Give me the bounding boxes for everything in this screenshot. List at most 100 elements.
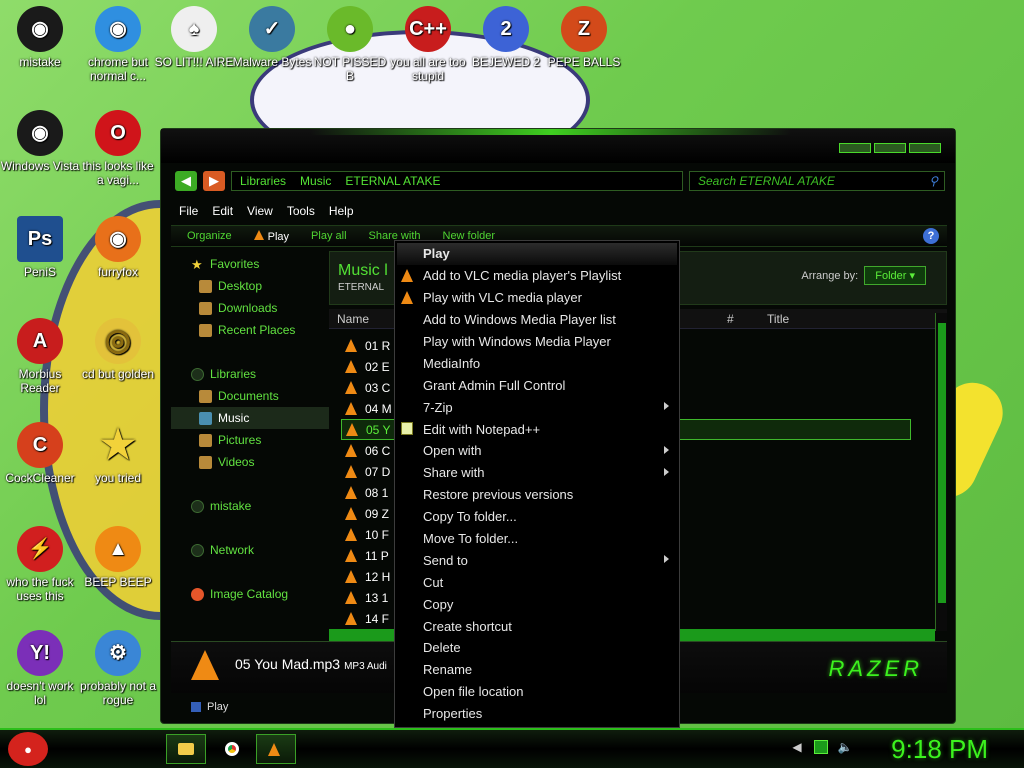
menu-file[interactable]: File [179,204,198,218]
context-menu-item-7-zip[interactable]: 7-Zip [395,396,679,418]
context-menu-item-send-to[interactable]: Send to [395,549,679,571]
nav-label: Downloads [218,301,278,315]
desktop-icon-6[interactable]: 2 BEJEWED 2 [466,6,546,69]
breadcrumb-eternal-atake[interactable]: ETERNAL ATAKE [345,174,440,188]
desktop-icon-15[interactable]: ★ you tried [78,422,158,485]
desktop-icon-0[interactable]: ◉ mistake [0,6,80,69]
taskbar-vlc[interactable] [256,734,296,764]
desktop-icon-19[interactable]: ⚙ probably not a rogue [78,630,158,707]
context-menu-item-share-with[interactable]: Share with [395,462,679,484]
breadcrumb-music[interactable]: Music [300,174,331,188]
context-menu-item-add-to-windows-media-player-list[interactable]: Add to Windows Media Player list [395,309,679,331]
search-icon[interactable]: ⚲ [929,174,944,188]
vlc-icon [345,549,357,562]
nav-pictures[interactable]: Pictures [171,429,329,451]
context-menu-item-mediainfo[interactable]: MediaInfo [395,352,679,374]
vlc-icon [191,650,219,680]
desktop-icon-4[interactable]: ● NOT PISSED B [310,6,390,83]
context-menu-item-move-to-folder[interactable]: Move To folder... [395,528,679,550]
context-menu-item-play-with-vlc-media-player[interactable]: Play with VLC media player [395,287,679,309]
context-menu-item-play-with-windows-media-player[interactable]: Play with Windows Media Player [395,331,679,353]
context-menu-item-grant-admin-full-control[interactable]: Grant Admin Full Control [395,374,679,396]
arrange-dropdown[interactable]: Folder ▾ [864,266,926,285]
taskbar-chrome[interactable] [212,734,252,764]
nav-image-catalog[interactable]: Image Catalog [171,583,329,605]
nav-desktop[interactable]: Desktop [171,275,329,297]
breadcrumb-libraries[interactable]: Libraries [240,174,286,188]
desktop-icon-13[interactable]: ◎ cd but golden [78,318,158,381]
context-menu-item-play[interactable]: Play [397,243,677,265]
menu-tools[interactable]: Tools [287,204,315,218]
desktop-icon-12[interactable]: A Morbius Reader [0,318,80,395]
desktop-icon-3[interactable]: ✓ Malware Bytes [232,6,312,69]
context-menu-item-edit-with-notepad[interactable]: Edit with Notepad++ [395,418,679,440]
vlc-icon [345,381,357,394]
context-menu-item-open-file-location[interactable]: Open file location [395,681,679,703]
nav-mistake[interactable]: mistake [171,495,329,517]
desktop-icon-2[interactable]: ♠ SO LIT!!! AIRE [154,6,234,69]
desktop-icon-17[interactable]: ▲ BEEP BEEP [78,526,158,589]
file-name: 09 Z [365,506,390,521]
menu-help[interactable]: Help [329,204,354,218]
context-menu-item-add-to-vlc-media-player-s-playlist[interactable]: Add to VLC media player's Playlist [395,265,679,287]
desktop-icon-5[interactable]: C++ you all are too stupid [388,6,468,83]
nav-recent-places[interactable]: Recent Places [171,319,329,341]
context-menu-item-open-with[interactable]: Open with [395,440,679,462]
network-icon[interactable] [814,740,828,754]
window-titlebar[interactable] [161,129,955,163]
menu-view[interactable]: View [247,204,273,218]
context-menu-item-copy-to-folder[interactable]: Copy To folder... [395,506,679,528]
maximize-button[interactable] [874,143,906,153]
desktop-icon-1[interactable]: ◉ chrome but normal c... [78,6,158,83]
nav-documents[interactable]: Documents [171,385,329,407]
context-menu-item-copy[interactable]: Copy [395,593,679,615]
start-button[interactable]: ● [8,732,48,766]
clock[interactable]: 9:18 PM [891,734,988,765]
desktop-icon-10[interactable]: Ps PeniS [0,216,80,279]
close-button[interactable] [909,143,941,153]
minimize-button[interactable] [839,143,871,153]
nav-libraries[interactable]: Libraries [171,363,329,385]
desktop-icon-8[interactable]: ◉ Windows Vista [0,110,80,173]
nav-network[interactable]: Network [171,539,329,561]
menu-edit[interactable]: Edit [212,204,233,218]
submenu-arrow-icon [664,402,669,411]
desktop-icon-11[interactable]: ◉ furryfox [78,216,158,279]
context-menu-item-create-shortcut[interactable]: Create shortcut [395,615,679,637]
context-menu-item-rename[interactable]: Rename [395,659,679,681]
search-input[interactable]: Search ETERNAL ATAKE ⚲ [689,171,945,191]
organize-button[interactable]: Organize [187,230,232,242]
play-button[interactable]: Play [253,229,289,243]
context-menu-item-cut[interactable]: Cut [395,571,679,593]
play-all-button[interactable]: Play all [311,230,346,242]
desktop-icon-16[interactable]: ⚡ who the fuck uses this [0,526,80,603]
context-menu-item-delete[interactable]: Delete [395,637,679,659]
desktop-icon-7[interactable]: Z PEPE BALLS [544,6,624,69]
column-number[interactable]: # [719,312,759,326]
vertical-scrollbar[interactable] [935,313,947,631]
submenu-arrow-icon [664,555,669,564]
angry-birds-icon: ● [327,6,373,52]
tray-arrow-icon[interactable]: ◀ [790,740,804,754]
taskbar-explorer[interactable] [166,734,206,764]
help-icon[interactable]: ? [923,228,939,244]
desktop-icon-label: probably not a rogue [79,679,157,707]
volume-icon[interactable]: 🔈 [838,740,853,754]
context-menu-item-restore-previous-versions[interactable]: Restore previous versions [395,484,679,506]
nav-downloads[interactable]: Downloads [171,297,329,319]
forward-button[interactable]: ▶ [203,171,225,191]
desktop-icon-18[interactable]: Y! doesn't work lol [0,630,80,707]
desktop-icon-14[interactable]: C CockCleaner [0,422,80,485]
menu-item-label: Add to Windows Media Player list [423,312,616,328]
back-button[interactable]: ◀ [175,171,197,191]
address-bar[interactable]: Libraries Music ETERNAL ATAKE [231,171,683,191]
context-menu-item-properties[interactable]: Properties [395,703,679,725]
library-title: Music l [338,262,388,279]
nav-favorites[interactable]: ★ Favorites [171,253,329,275]
nav-videos[interactable]: Videos [171,451,329,473]
scrollbar-thumb[interactable] [938,323,946,603]
column-title[interactable]: Title [759,312,789,326]
nav-music[interactable]: Music [171,407,329,429]
desktop-icon-9[interactable]: Othis looks like a vagi... [78,110,158,187]
angry-bird-icon: ● [24,741,32,757]
